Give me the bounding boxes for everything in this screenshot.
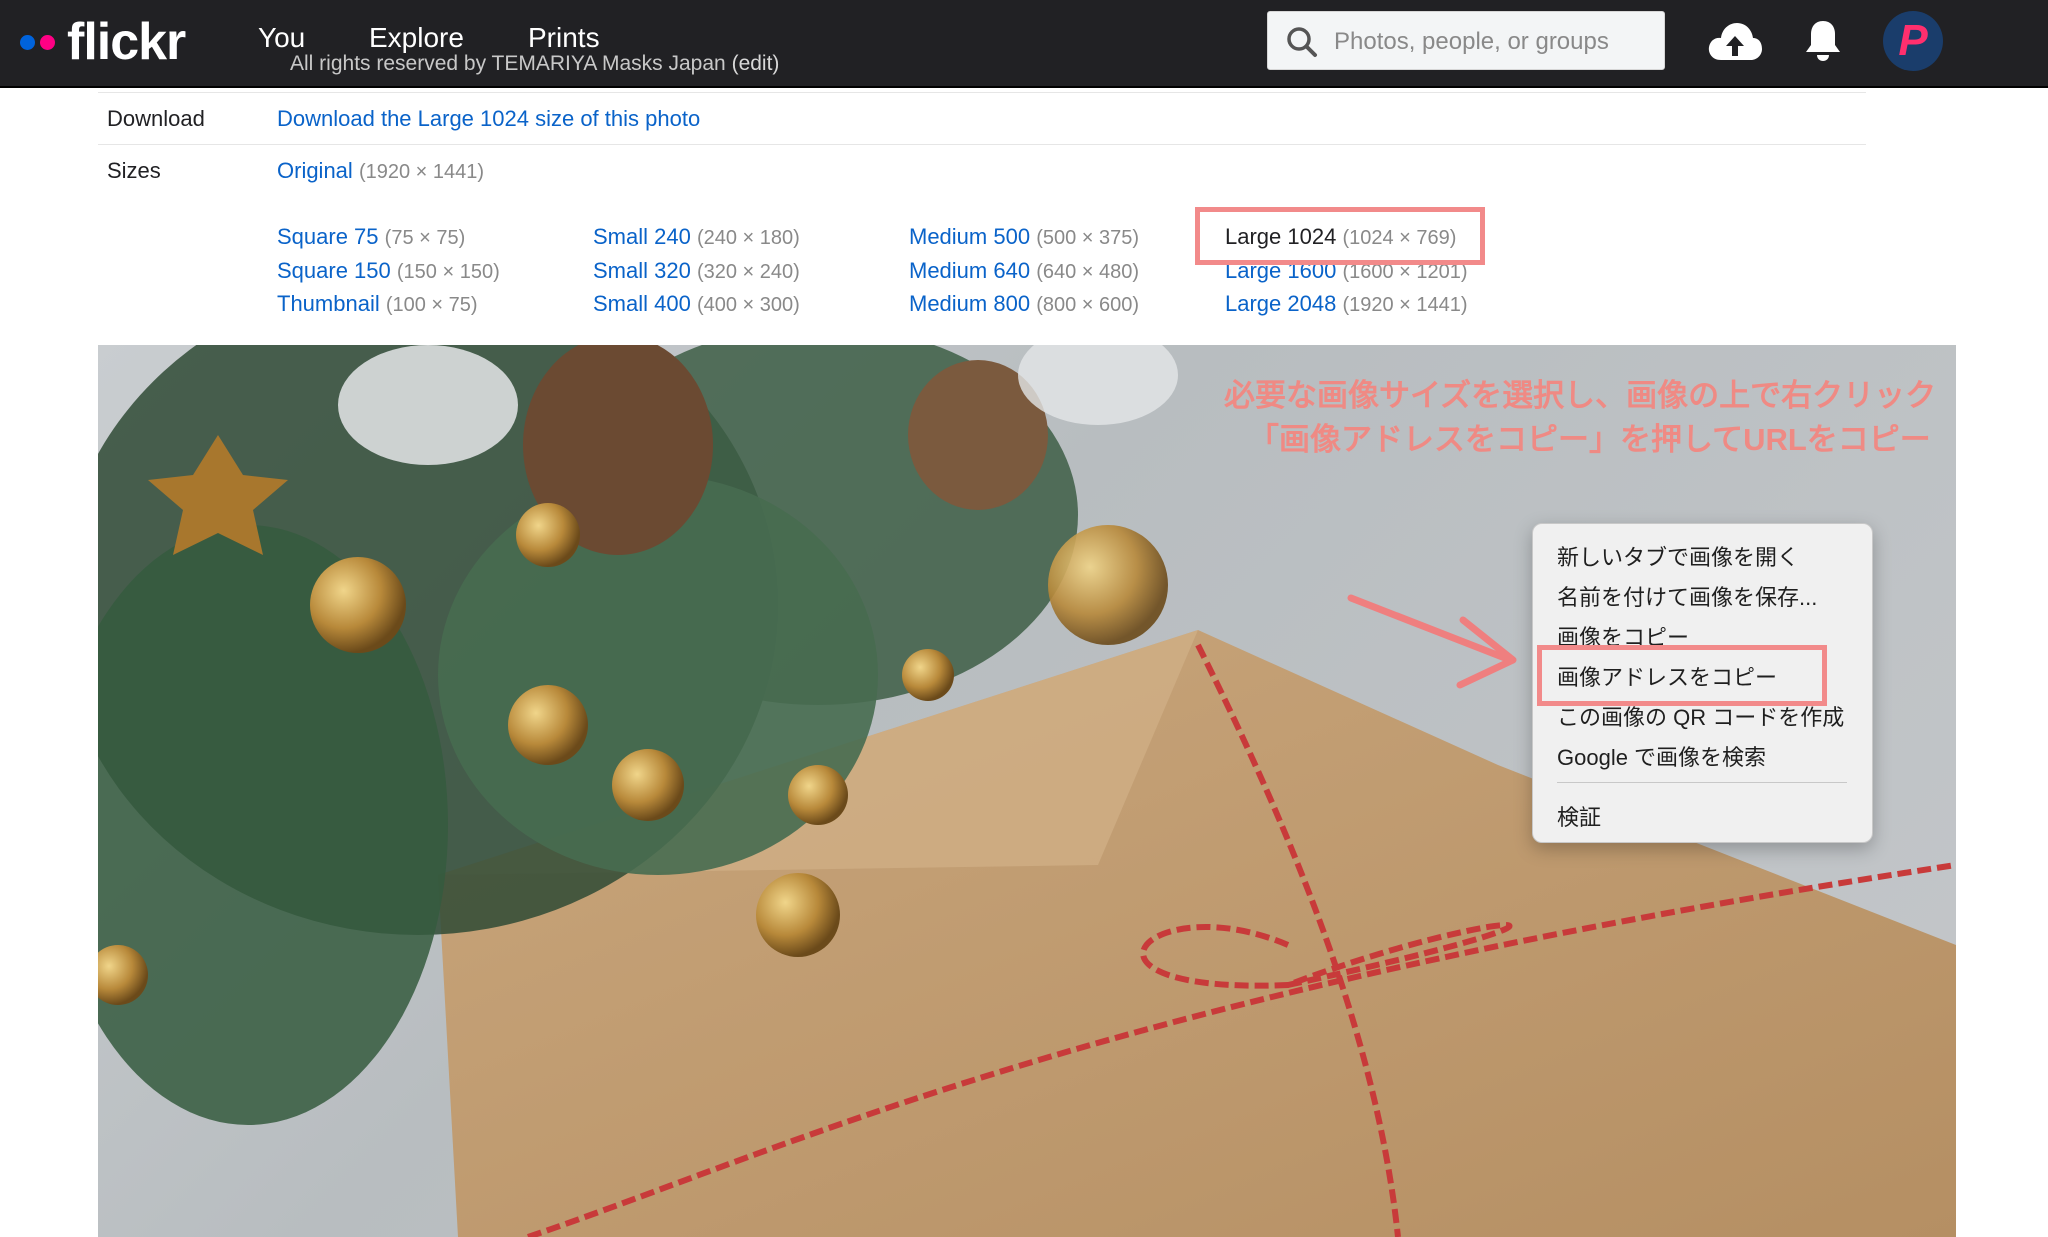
size-thumbnail[interactable]: Thumbnail (100 × 75) xyxy=(277,291,478,317)
size-medium-640[interactable]: Medium 640 (640 × 480) xyxy=(909,258,1139,284)
instruction-line-1: 必要な画像サイズを選択し、画像の上で右クリック xyxy=(1224,378,1937,413)
size-large-2048[interactable]: Large 2048 (1920 × 1441) xyxy=(1225,291,1468,317)
size-link[interactable]: Square 75 xyxy=(277,224,379,249)
size-small-400[interactable]: Small 400 (400 × 300) xyxy=(593,291,800,317)
size-link[interactable]: Thumbnail xyxy=(277,291,380,316)
size-original[interactable]: Original (1920 × 1441) xyxy=(277,158,484,184)
size-link[interactable]: Small 400 xyxy=(593,291,691,316)
size-medium-500[interactable]: Medium 500 (500 × 375) xyxy=(909,224,1139,250)
copy-address-highlight xyxy=(1537,645,1827,706)
search-icon xyxy=(1287,27,1317,57)
size-dims: (640 × 480) xyxy=(1036,261,1140,283)
nav-link-prints[interactable]: Prints xyxy=(528,22,600,54)
logo-blue-dot xyxy=(20,34,35,50)
size-link[interactable]: Square 150 xyxy=(277,258,391,283)
size-dims: (1024 × 769) xyxy=(1342,227,1457,249)
size-dims: (800 × 600) xyxy=(1036,294,1140,316)
size-dims: (240 × 180) xyxy=(696,227,800,249)
license-edit-link[interactable]: (edit) xyxy=(732,52,780,75)
size-link[interactable]: Medium 640 xyxy=(909,258,1030,283)
flickr-logo[interactable]: flickr xyxy=(20,13,186,71)
avatar[interactable]: P xyxy=(1883,11,1943,71)
pointer-arrow-icon xyxy=(1347,594,1517,689)
divider xyxy=(98,92,1866,93)
menu-item-inspect[interactable]: 検証 xyxy=(1557,800,1601,832)
size-link[interactable]: Medium 500 xyxy=(909,224,1030,249)
size-link[interactable]: Medium 800 xyxy=(909,291,1030,316)
size-link[interactable]: Original xyxy=(277,158,353,183)
avatar-letter: P xyxy=(1898,16,1928,65)
license-text: All rights reserved by TEMARIYA Masks Ja… xyxy=(290,52,726,75)
search-input[interactable] xyxy=(1332,12,1656,71)
size-square-150[interactable]: Square 150 (150 × 150) xyxy=(277,258,500,284)
bell-icon[interactable] xyxy=(1803,18,1843,64)
divider xyxy=(98,144,1866,145)
size-dims: (75 × 75) xyxy=(384,227,466,249)
size-dims: (320 × 240) xyxy=(696,261,800,283)
size-dims: (150 × 150) xyxy=(396,261,500,283)
download-label: Download xyxy=(107,106,205,131)
nav-link-you[interactable]: You xyxy=(258,22,305,54)
nav-link-explore[interactable]: Explore xyxy=(369,22,464,54)
size-link[interactable]: Large 2048 xyxy=(1225,291,1336,316)
size-link[interactable]: Small 320 xyxy=(593,258,691,283)
size-selected-name: Large 1024 xyxy=(1225,224,1337,249)
size-dims: (100 × 75) xyxy=(385,294,478,316)
download-link[interactable]: Download the Large 1024 size of this pho… xyxy=(277,106,700,132)
menu-item-search-google[interactable]: Google で画像を検索 xyxy=(1557,740,1766,772)
logo-pink-dot xyxy=(40,34,55,50)
size-small-240[interactable]: Small 240 (240 × 180) xyxy=(593,224,800,250)
search-box[interactable] xyxy=(1267,11,1665,71)
size-large-1024-label: Large 1024 (1024 × 769) xyxy=(1225,224,1456,250)
size-square-75[interactable]: Square 75 (75 × 75) xyxy=(277,224,465,250)
size-small-320[interactable]: Small 320 (320 × 240) xyxy=(593,258,800,284)
size-link[interactable]: Small 240 xyxy=(593,224,691,249)
license-line: All rights reserved by TEMARIYA Masks Ja… xyxy=(290,52,779,76)
menu-separator xyxy=(1557,782,1847,783)
size-dims: (500 × 375) xyxy=(1036,227,1140,249)
logo-text: flickr xyxy=(67,13,186,71)
size-medium-800[interactable]: Medium 800 (800 × 600) xyxy=(909,291,1139,317)
upload-cloud-icon[interactable] xyxy=(1707,20,1763,64)
size-dims: (1920 × 1441) xyxy=(1342,294,1468,316)
menu-item-save-image-as[interactable]: 名前を付けて画像を保存... xyxy=(1557,580,1817,612)
menu-item-open-in-new-tab[interactable]: 新しいタブで画像を開く xyxy=(1557,540,1799,572)
sizes-label: Sizes xyxy=(107,158,161,183)
size-dims: (400 × 300) xyxy=(696,294,800,316)
size-dims: (1920 × 1441) xyxy=(358,161,485,183)
instruction-line-2: 「画像アドレスをコピー」を押してURLをコピー xyxy=(1248,422,1931,457)
